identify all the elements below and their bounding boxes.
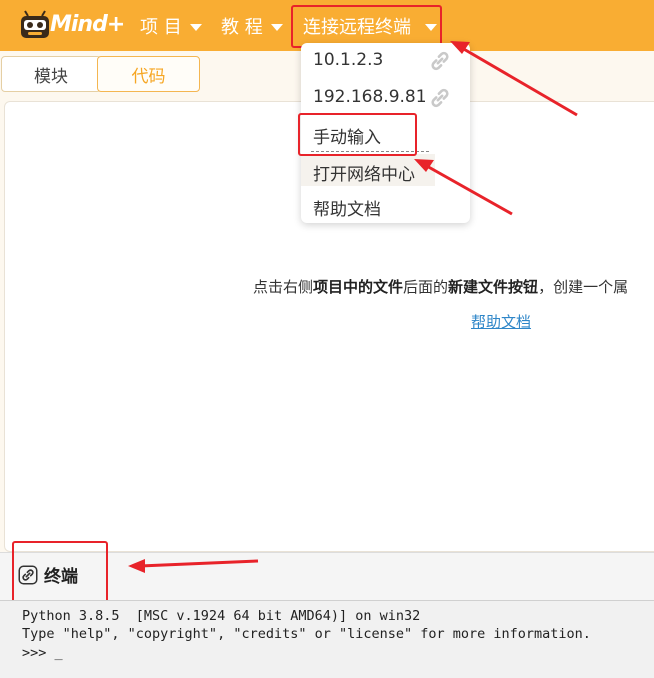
logo-text: Mind+ xyxy=(50,12,125,37)
terminal-line: Type "help", "copyright", "credits" or "… xyxy=(22,626,591,642)
menu-project[interactable]: 项 目 xyxy=(140,13,202,39)
highlight-box-terminal xyxy=(12,541,108,605)
hint-part-bold: 新建文件按钮 xyxy=(448,278,539,296)
terminal-line: Python 3.8.5 [MSC v.1924 64 bit AMD64)] … xyxy=(22,608,421,624)
terminal-output[interactable]: Python 3.8.5 [MSC v.1924 64 bit AMD64)] … xyxy=(0,600,654,678)
dropdown-item-ip-2[interactable]: 192.168.9.81 xyxy=(313,87,427,107)
caret-down-icon xyxy=(189,24,202,31)
link-icon[interactable] xyxy=(427,85,453,111)
highlight-box-remote xyxy=(291,5,442,48)
menu-project-label: 项 目 xyxy=(140,17,182,38)
hint-part-bold: 项目中的文件 xyxy=(313,278,404,296)
menu-tutorial-label: 教 程 xyxy=(221,17,263,38)
dropdown-item-help-doc[interactable]: 帮助文档 xyxy=(313,195,381,220)
robot-logo-icon xyxy=(21,10,49,38)
empty-editor-hint: 点击右侧项目中的文件后面的新建文件按钮，创建一个属 xyxy=(253,276,628,297)
help-doc-link[interactable]: 帮助文档 xyxy=(471,311,531,332)
caret-down-icon xyxy=(270,24,283,31)
mindplus-logo[interactable]: Mind+ xyxy=(18,8,125,44)
dropdown-item-ip-1[interactable]: 10.1.2.3 xyxy=(313,50,383,70)
hint-part: 点击右侧 xyxy=(253,278,314,296)
tab-code[interactable]: 代码 xyxy=(97,56,200,92)
hint-part: 后面的 xyxy=(403,278,449,296)
menu-tutorial[interactable]: 教 程 xyxy=(221,13,283,39)
highlight-box-manual-input xyxy=(298,113,417,156)
tab-blocks[interactable]: 模块 xyxy=(1,56,101,92)
hint-part: ，创建一个属 xyxy=(538,278,629,296)
dropdown-item-network-center[interactable]: 打开网络中心 xyxy=(313,160,415,185)
terminal-prompt[interactable]: >>> _ xyxy=(22,645,63,661)
link-icon[interactable] xyxy=(427,48,453,74)
